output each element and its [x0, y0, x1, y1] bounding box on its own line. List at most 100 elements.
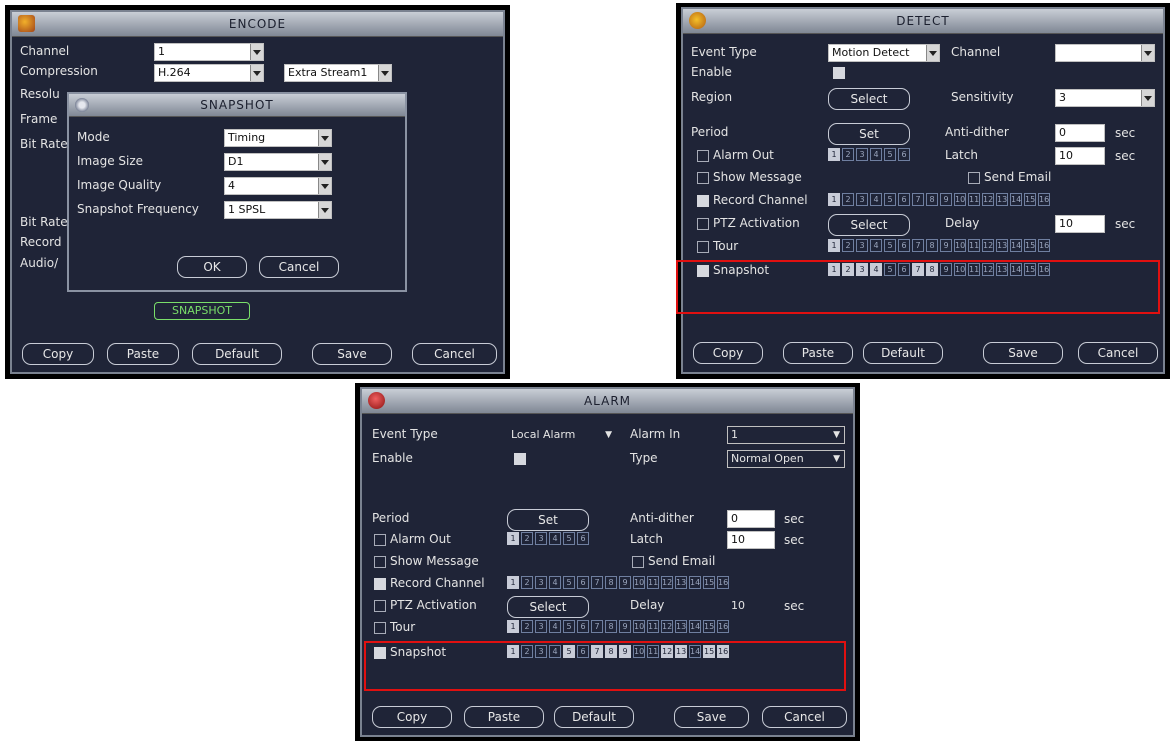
channel-checkbox[interactable]: 5 [884, 193, 896, 206]
channel-checkbox[interactable]: 1 [507, 620, 519, 633]
channel-checkbox[interactable]: 16 [1038, 239, 1050, 252]
channel-checkbox[interactable]: 5 [563, 532, 575, 545]
channel-checkbox[interactable]: 3 [535, 532, 547, 545]
channel-checkbox[interactable]: 2 [521, 532, 533, 545]
detect-save-button[interactable]: Save [983, 342, 1063, 364]
channel-checkbox[interactable]: 14 [1010, 239, 1022, 252]
channel-checkbox[interactable]: 13 [996, 193, 1008, 206]
alarm-delay-input[interactable]: 10 [727, 597, 775, 615]
channel-checkbox[interactable]: 15 [703, 620, 715, 633]
detect-period-set-button[interactable]: Set [828, 123, 910, 145]
alarm-record-channel-checkbox[interactable] [374, 578, 386, 590]
snapshot-frequency-select[interactable]: 1 SPSL [224, 201, 332, 219]
channel-checkbox[interactable]: 1 [828, 239, 840, 252]
channel-checkbox[interactable]: 9 [940, 239, 952, 252]
channel-checkbox[interactable]: 9 [619, 620, 631, 633]
snapshot-ok-button[interactable]: OK [177, 256, 247, 278]
encode-snapshot-button[interactable]: SNAPSHOT [154, 302, 250, 320]
channel-checkbox[interactable]: 15 [1024, 239, 1036, 252]
encode-channel-select[interactable]: 1 [154, 43, 264, 61]
channel-checkbox[interactable]: 6 [577, 620, 589, 633]
channel-checkbox[interactable]: 3 [535, 576, 547, 589]
detect-alarm-out-checkbox[interactable] [697, 150, 709, 162]
alarm-ptz-checkbox[interactable] [374, 600, 386, 612]
channel-checkbox[interactable]: 3 [856, 193, 868, 206]
detect-anti-dither-input[interactable]: 0 [1055, 124, 1105, 142]
encode-extra-stream-select[interactable]: Extra Stream1 [284, 64, 392, 82]
channel-checkbox[interactable]: 11 [647, 576, 659, 589]
channel-checkbox[interactable]: 2 [842, 193, 854, 206]
snapshot-image-quality-select[interactable]: 4 [224, 177, 332, 195]
detect-region-select-button[interactable]: Select [828, 88, 910, 110]
channel-checkbox[interactable]: 7 [591, 620, 603, 633]
channel-checkbox[interactable]: 13 [996, 239, 1008, 252]
alarm-alarm-out-checkbox[interactable] [374, 534, 386, 546]
channel-checkbox[interactable]: 16 [717, 576, 729, 589]
channel-checkbox[interactable]: 14 [689, 576, 701, 589]
channel-checkbox[interactable]: 1 [828, 148, 840, 161]
alarm-default-button[interactable]: Default [554, 706, 634, 728]
channel-checkbox[interactable]: 2 [521, 576, 533, 589]
channel-checkbox[interactable]: 11 [968, 239, 980, 252]
encode-cancel-button[interactable]: Cancel [412, 343, 497, 365]
channel-checkbox[interactable]: 12 [982, 193, 994, 206]
channel-checkbox[interactable]: 7 [912, 239, 924, 252]
channel-checkbox[interactable]: 10 [633, 620, 645, 633]
channel-checkbox[interactable]: 11 [968, 193, 980, 206]
channel-checkbox[interactable]: 6 [898, 193, 910, 206]
channel-checkbox[interactable]: 6 [577, 532, 589, 545]
alarm-enable-checkbox[interactable] [514, 453, 526, 465]
detect-ptz-select-button[interactable]: Select [828, 214, 910, 236]
alarm-in-select[interactable]: 1 ▼ [727, 426, 845, 444]
channel-checkbox[interactable]: 12 [661, 620, 673, 633]
encode-compression-select[interactable]: H.264 [154, 64, 264, 82]
channel-checkbox[interactable]: 8 [605, 620, 617, 633]
channel-checkbox[interactable]: 4 [549, 620, 561, 633]
channel-checkbox[interactable]: 12 [982, 239, 994, 252]
channel-checkbox[interactable]: 3 [856, 148, 868, 161]
channel-checkbox[interactable]: 14 [1010, 193, 1022, 206]
detect-event-type-select[interactable]: Motion Detect [828, 44, 940, 62]
detect-copy-button[interactable]: Copy [693, 342, 763, 364]
encode-default-button[interactable]: Default [192, 343, 282, 365]
encode-copy-button[interactable]: Copy [22, 343, 94, 365]
channel-checkbox[interactable]: 7 [912, 193, 924, 206]
alarm-cancel-button[interactable]: Cancel [762, 706, 847, 728]
channel-checkbox[interactable]: 16 [717, 620, 729, 633]
channel-checkbox[interactable]: 4 [549, 576, 561, 589]
detect-cancel-button[interactable]: Cancel [1078, 342, 1158, 364]
channel-checkbox[interactable]: 4 [870, 148, 882, 161]
channel-checkbox[interactable]: 4 [870, 193, 882, 206]
alarm-paste-button[interactable]: Paste [464, 706, 544, 728]
detect-latch-input[interactable]: 10 [1055, 147, 1105, 165]
channel-checkbox[interactable]: 8 [605, 576, 617, 589]
encode-paste-button[interactable]: Paste [107, 343, 179, 365]
channel-checkbox[interactable]: 4 [870, 239, 882, 252]
alarm-anti-dither-input[interactable]: 0 [727, 510, 775, 528]
channel-checkbox[interactable]: 8 [926, 239, 938, 252]
channel-checkbox[interactable]: 1 [828, 193, 840, 206]
channel-checkbox[interactable]: 9 [619, 576, 631, 589]
detect-tour-checkbox[interactable] [697, 241, 709, 253]
detect-channel-select[interactable] [1055, 44, 1155, 62]
alarm-period-set-button[interactable]: Set [507, 509, 589, 531]
channel-checkbox[interactable]: 5 [884, 239, 896, 252]
channel-checkbox[interactable]: 7 [591, 576, 603, 589]
channel-checkbox[interactable]: 13 [675, 576, 687, 589]
channel-checkbox[interactable]: 11 [647, 620, 659, 633]
channel-checkbox[interactable]: 10 [954, 193, 966, 206]
channel-checkbox[interactable]: 6 [898, 148, 910, 161]
detect-send-email-checkbox[interactable] [968, 172, 980, 184]
channel-checkbox[interactable]: 2 [842, 148, 854, 161]
snapshot-image-size-select[interactable]: D1 [224, 153, 332, 171]
alarm-ptz-select-button[interactable]: Select [507, 596, 589, 618]
channel-checkbox[interactable]: 3 [535, 620, 547, 633]
alarm-latch-input[interactable]: 10 [727, 531, 775, 549]
detect-record-channel-checkbox[interactable] [697, 195, 709, 207]
channel-checkbox[interactable]: 6 [898, 239, 910, 252]
detect-default-button[interactable]: Default [863, 342, 943, 364]
channel-checkbox[interactable]: 15 [703, 576, 715, 589]
channel-checkbox[interactable]: 1 [507, 532, 519, 545]
alarm-save-button[interactable]: Save [674, 706, 749, 728]
channel-checkbox[interactable]: 14 [689, 620, 701, 633]
